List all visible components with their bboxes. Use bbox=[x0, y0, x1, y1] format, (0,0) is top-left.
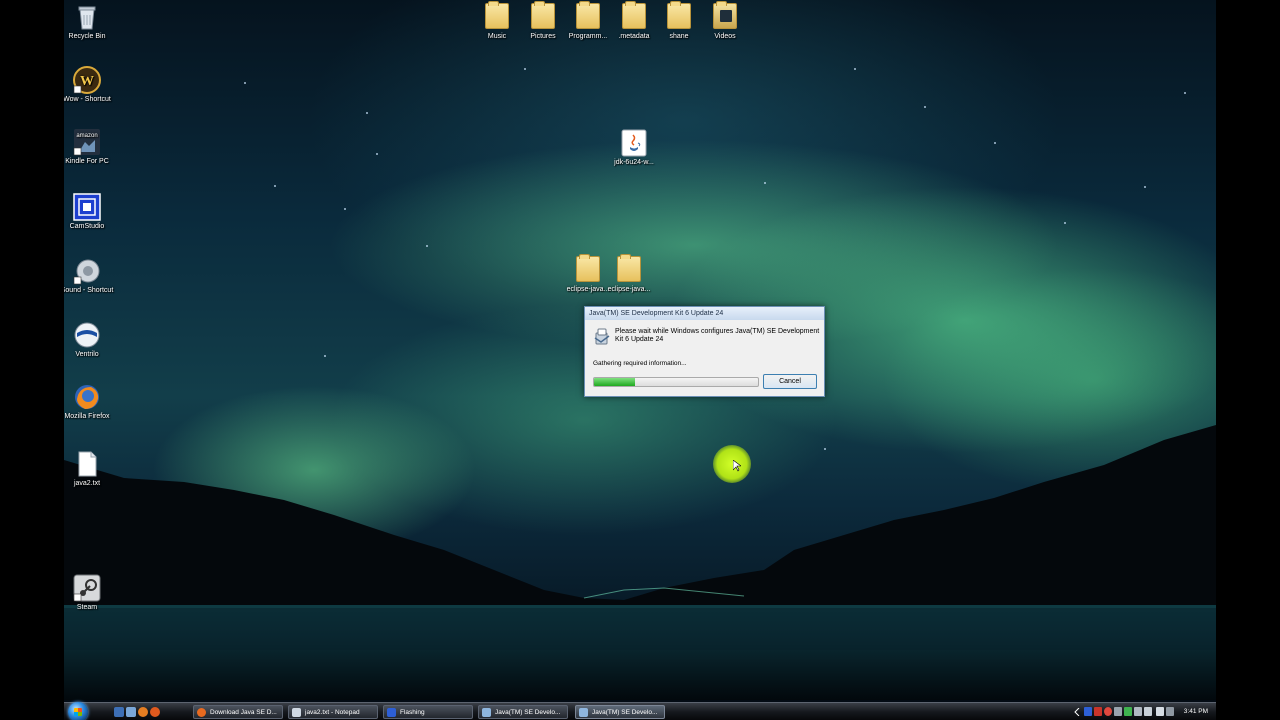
firefox-icon bbox=[75, 385, 99, 409]
taskbar-button-label: Java(TM) SE Develo... bbox=[495, 709, 561, 716]
switch-windows-icon[interactable] bbox=[126, 707, 136, 717]
dialog-message: Please wait while Windows configures Jav… bbox=[615, 328, 820, 343]
icon-label: eclipse-java... bbox=[607, 286, 651, 293]
icon-label: Sound - Shortcut bbox=[64, 287, 114, 294]
icon-label: CamStudio bbox=[69, 223, 105, 230]
kindle-icon: amazon bbox=[73, 129, 100, 156]
mouse-pointer-icon bbox=[733, 460, 741, 472]
desktop[interactable]: Java(TM) SE Development Kit 6 Update 24 … bbox=[64, 0, 1216, 720]
svg-text:amazon: amazon bbox=[76, 133, 97, 139]
recycle-bin-shortcut[interactable]: Recycle Bin bbox=[64, 3, 119, 41]
folder-icon bbox=[667, 1, 691, 29]
camstudio-icon bbox=[387, 708, 396, 717]
folder-icon bbox=[622, 1, 646, 29]
icon-label: Mozilla Firefox bbox=[64, 413, 110, 420]
installer-icon bbox=[579, 708, 588, 717]
java-icon bbox=[621, 129, 647, 157]
sound-shortcut[interactable]: Sound - Shortcut bbox=[64, 257, 119, 295]
icon-label: jdk-6u24-w... bbox=[614, 159, 654, 166]
taskbar-button-download-java[interactable]: Download Java SE D... bbox=[193, 705, 283, 719]
installer-icon bbox=[594, 328, 610, 345]
network-tray-icon[interactable] bbox=[1134, 707, 1142, 716]
speaker-icon bbox=[73, 259, 100, 285]
browser-quicklaunch-icon[interactable] bbox=[150, 707, 160, 717]
cancel-button[interactable]: Cancel bbox=[763, 374, 817, 389]
steam-shortcut[interactable]: Steam bbox=[64, 574, 119, 612]
wow-icon: W bbox=[73, 66, 101, 94]
windows-logo-icon bbox=[74, 708, 82, 716]
dialog-status: Gathering required information... bbox=[593, 360, 687, 367]
icon-label: Wow - Shortcut bbox=[64, 96, 111, 103]
progress-bar bbox=[593, 377, 759, 387]
firefox-shortcut[interactable]: Mozilla Firefox bbox=[64, 383, 119, 421]
alert-tray-icon[interactable] bbox=[1104, 707, 1112, 716]
java2-txt-file[interactable]: java2.txt bbox=[64, 450, 119, 488]
firefox-icon bbox=[197, 708, 206, 717]
folder-icon bbox=[617, 254, 641, 282]
icon-label: Steam bbox=[76, 604, 98, 611]
notepad-icon bbox=[292, 708, 301, 717]
recycle-bin-icon bbox=[78, 6, 96, 30]
ventrilo-shortcut[interactable]: Ventrilo bbox=[64, 321, 119, 359]
taskbar-button-label: Java(TM) SE Develo... bbox=[592, 709, 658, 716]
show-desktop-icon[interactable] bbox=[114, 707, 124, 717]
volume-icon[interactable] bbox=[1156, 707, 1164, 716]
start-button[interactable] bbox=[68, 702, 88, 720]
antivirus-tray-icon[interactable] bbox=[1094, 707, 1102, 716]
installer-icon bbox=[482, 708, 491, 717]
icon-label: java2.txt bbox=[73, 480, 101, 487]
svg-text:W: W bbox=[80, 74, 94, 89]
icon-label: Ventrilo bbox=[75, 351, 99, 358]
clock[interactable]: 3:41 PM bbox=[1184, 703, 1208, 720]
kindle-shortcut[interactable]: amazon Kindle For PC bbox=[64, 128, 119, 166]
camstudio-icon bbox=[73, 193, 101, 221]
installer-dialog[interactable]: Java(TM) SE Development Kit 6 Update 24 … bbox=[584, 306, 825, 397]
folder-icon bbox=[576, 1, 600, 29]
progress-fill bbox=[594, 378, 635, 386]
cursor-highlight bbox=[713, 445, 751, 483]
taskbar-button-flashing[interactable]: Flashing bbox=[383, 705, 473, 719]
dialog-title: Java(TM) SE Development Kit 6 Update 24 bbox=[585, 307, 824, 320]
camstudio-shortcut[interactable]: CamStudio bbox=[64, 193, 119, 231]
camstudio-tray-icon[interactable] bbox=[1084, 707, 1092, 716]
taskbar-button-label: java2.txt - Notepad bbox=[305, 709, 360, 716]
firefox-quicklaunch-icon[interactable] bbox=[138, 707, 148, 717]
folder-icon bbox=[713, 1, 737, 29]
steam-icon bbox=[73, 574, 101, 602]
chevron-left-icon[interactable] bbox=[1074, 708, 1080, 716]
text-file-icon bbox=[78, 451, 97, 477]
wallpaper-landscape bbox=[64, 425, 1216, 700]
jdk-installer-file[interactable]: jdk-6u24-w... bbox=[602, 129, 666, 167]
icon-label: Videos bbox=[714, 33, 736, 40]
folder-icon bbox=[531, 1, 555, 29]
taskbar-button-label: Download Java SE D... bbox=[210, 709, 277, 716]
taskbar: Download Java SE D... java2.txt - Notepa… bbox=[64, 702, 1216, 720]
ventrilo-icon bbox=[74, 322, 100, 348]
folder-icon bbox=[485, 1, 509, 29]
check-tray-icon[interactable] bbox=[1124, 707, 1132, 716]
network-2-tray-icon[interactable] bbox=[1144, 707, 1152, 716]
taskbar-button-notepad[interactable]: java2.txt - Notepad bbox=[288, 705, 378, 719]
wow-shortcut[interactable]: W Wow - Shortcut bbox=[64, 66, 119, 104]
taskbar-button-java-se-2[interactable]: Java(TM) SE Develo... bbox=[575, 705, 665, 719]
taskbar-button-label: Flashing bbox=[400, 709, 425, 716]
taskbar-button-java-se-1[interactable]: Java(TM) SE Develo... bbox=[478, 705, 568, 719]
power-tray-icon[interactable] bbox=[1166, 707, 1174, 716]
device-tray-icon[interactable] bbox=[1114, 707, 1122, 716]
system-tray: 3:41 PM bbox=[1074, 703, 1216, 720]
folder-eclipse-java-2[interactable]: eclipse-java... bbox=[597, 254, 661, 294]
icon-label: Kindle For PC bbox=[65, 158, 109, 165]
folder-videos[interactable]: Videos bbox=[693, 1, 757, 41]
icon-label: Recycle Bin bbox=[68, 33, 106, 40]
